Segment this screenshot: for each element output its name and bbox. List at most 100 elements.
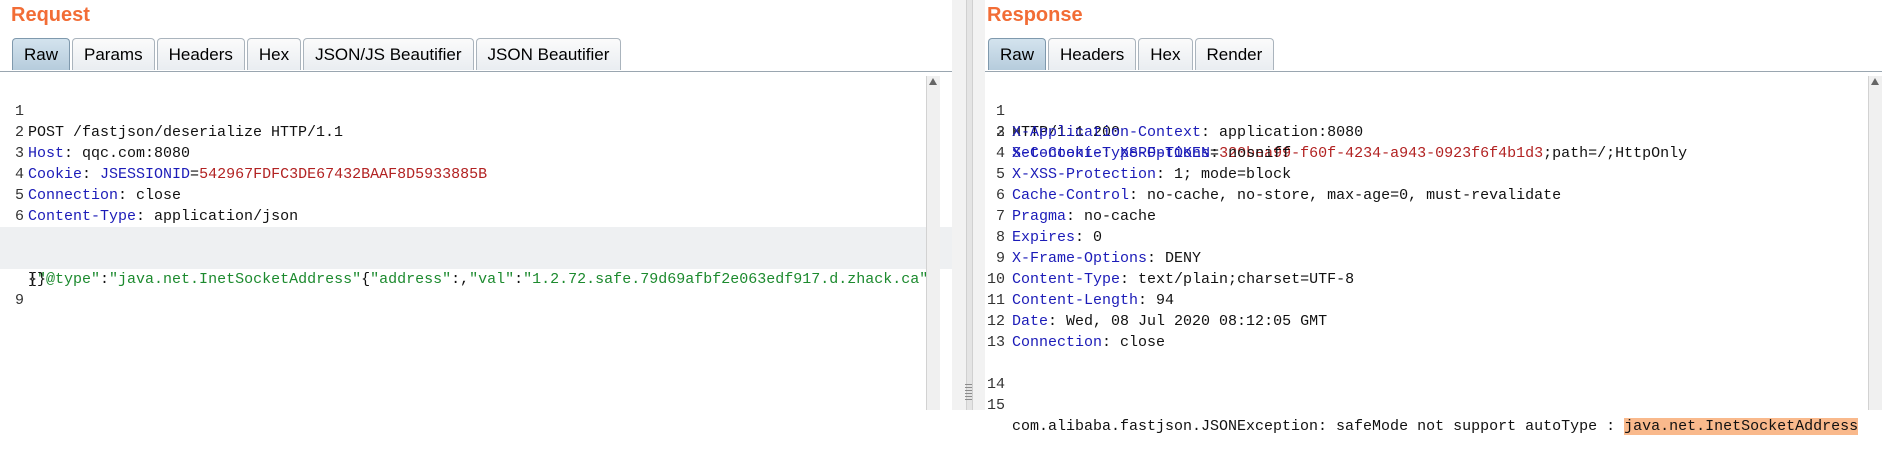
header-key: Connection: [1012, 334, 1103, 351]
header-value: no-cache, no-store, max-age=0, must-reva…: [1147, 187, 1562, 204]
header-sep: :: [1210, 145, 1229, 162]
tab-headers[interactable]: Headers: [156, 38, 245, 70]
tab-headers[interactable]: Headers: [1048, 38, 1137, 70]
response-editor[interactable]: 1 HTTP/1.1 200 2 Set-Cookie: XSRF-TOKEN=…: [985, 76, 1882, 435]
scroll-up-icon[interactable]: [1871, 78, 1879, 85]
response-tabs: Raw Headers Hex Render: [988, 38, 1275, 70]
response-scrollbar[interactable]: [1868, 76, 1882, 410]
code-line: 8 {"@type":"java.net.InetSocketAddress"{…: [0, 227, 952, 288]
code-line: 15 com.alibaba.fastjson.JSONException: s…: [985, 374, 1882, 435]
response-pane: Response Raw Headers Hex Render 1 HTTP/1…: [985, 0, 1882, 435]
code-line: 12 Date: Wed, 08 Jul 2020 08:12:05 GMT: [985, 311, 1882, 332]
code-line: 9: [0, 269, 952, 309]
code-line: 4 X-Content-Type-Options: nosniff: [985, 143, 1882, 164]
header-key: Date: [1012, 313, 1049, 330]
splitter-grip-icon[interactable]: [965, 384, 972, 400]
code-line: 1 POST /fastjson/deserialize HTTP/1.1: [0, 80, 952, 141]
header-sep: :: [1102, 334, 1121, 351]
header-key: Content-Length: [1012, 292, 1139, 309]
code-line: 6 Content-Length: 104: [0, 185, 952, 246]
header-value: DENY: [1165, 250, 1202, 267]
header-sep: :: [1066, 208, 1085, 225]
header-value: 0: [1093, 229, 1103, 246]
tab-render[interactable]: Render: [1194, 38, 1275, 70]
request-editor[interactable]: 1 POST /fastjson/deserialize HTTP/1.1 2 …: [0, 76, 952, 410]
header-key: Cache-Control: [1012, 187, 1130, 204]
line-number: 5: [995, 166, 1005, 183]
code-line-wrap: }}: [0, 248, 952, 288]
header-value: 1; mode=block: [1174, 166, 1292, 183]
tab-raw[interactable]: Raw: [12, 38, 71, 70]
line-number: 9: [14, 292, 24, 309]
line-number: 12: [986, 313, 1005, 330]
request-tabs: Raw Params Headers Hex JSON/JS Beautifie…: [12, 38, 622, 70]
tab-raw[interactable]: Raw: [988, 38, 1047, 70]
code-line: 8 Expires: 0: [985, 227, 1882, 248]
header-sep: :: [1075, 229, 1094, 246]
header-sep: :: [1120, 271, 1139, 288]
code-line: 9 X-Frame-Options: DENY: [985, 248, 1882, 269]
search-highlight: java.net.InetSocketAddress: [1624, 418, 1859, 435]
code-line: 5 Content-Type: application/json: [0, 164, 952, 225]
line-number: 8: [995, 229, 1005, 246]
header-key: Content-Type: [1012, 271, 1121, 288]
pane-splitter[interactable]: [952, 0, 985, 410]
code-line: 14: [985, 353, 1882, 393]
code-line: 1 HTTP/1.1 200: [985, 80, 1882, 141]
header-value: close: [1120, 334, 1166, 351]
request-title: Request: [11, 4, 90, 26]
header-key: X-XSS-Protection: [1012, 166, 1157, 183]
tab-hex[interactable]: Hex: [1138, 38, 1193, 70]
line-number: 4: [995, 145, 1005, 162]
line-number: 9: [995, 250, 1005, 267]
header-sep: :: [1156, 166, 1175, 183]
tab-divider: [0, 71, 952, 72]
code-line: 6 Cache-Control: no-cache, no-store, max-…: [985, 185, 1882, 206]
header-value: nosniff: [1228, 145, 1292, 162]
line-number: 11: [986, 292, 1005, 309]
header-sep: :: [1129, 187, 1148, 204]
header-key: X-Frame-Options: [1012, 250, 1148, 267]
code-line: 11 Content-Length: 94: [985, 290, 1882, 311]
code-line: 3 X-Application-Context: application:8080: [985, 122, 1882, 143]
code-line: 7 Pragma: no-cache: [985, 206, 1882, 227]
code-line: 10 Content-Type: text/plain;charset=UTF-8: [985, 269, 1882, 290]
splitter-bar[interactable]: [966, 0, 973, 410]
line-number: 3: [995, 124, 1005, 141]
line-number: 15: [986, 397, 1005, 414]
line-number: 10: [986, 271, 1005, 288]
scroll-up-icon[interactable]: [929, 78, 937, 85]
code-line: 5 X-XSS-Protection: 1; mode=block: [985, 164, 1882, 185]
code-line: 4 Connection: close: [0, 143, 952, 204]
code-line: 3 Cookie: JSESSIONID=542967FDFC3DE67432B…: [0, 122, 952, 183]
tab-hex[interactable]: Hex: [246, 38, 302, 70]
request-scrollbar[interactable]: [926, 76, 940, 410]
code-line: 2 Host: qqc.com:8080: [0, 101, 952, 162]
header-value: text/plain;charset=UTF-8: [1138, 271, 1355, 288]
header-value: application:8080: [1219, 124, 1364, 141]
code-line: 13 Connection: close: [985, 332, 1882, 353]
exception-text: com.alibaba.fastjson.JSONException: safe…: [1012, 418, 1625, 435]
response-title: Response: [987, 4, 1083, 26]
header-key: X-Content-Type-Options: [1012, 145, 1211, 162]
header-key: X-Application-Context: [1012, 124, 1202, 141]
header-sep: :: [1138, 292, 1157, 309]
header-key: Pragma: [1012, 208, 1067, 225]
request-pane: Request Raw Params Headers Hex JSON/JS B…: [0, 0, 952, 410]
header-sep: :: [1147, 250, 1166, 267]
header-value: no-cache: [1084, 208, 1157, 225]
tab-json-js-beautifier[interactable]: JSON/JS Beautifier: [303, 38, 474, 70]
tab-json-beautifier[interactable]: JSON Beautifier: [475, 38, 622, 70]
header-sep: :: [1048, 313, 1067, 330]
tab-params[interactable]: Params: [72, 38, 155, 70]
line-number: 13: [986, 334, 1005, 351]
line-number: 7: [995, 208, 1005, 225]
tab-divider: [985, 71, 1882, 72]
code-line: 2 Set-Cookie: XSRF-TOKEN=320bea99-f60f-4…: [985, 101, 1882, 162]
code-line: 7: [0, 206, 952, 246]
header-sep: :: [1201, 124, 1220, 141]
header-key: Expires: [1012, 229, 1076, 246]
line-number: 6: [995, 187, 1005, 204]
header-value: 94: [1156, 292, 1175, 309]
header-value: Wed, 08 Jul 2020 08:12:05 GMT: [1066, 313, 1328, 330]
